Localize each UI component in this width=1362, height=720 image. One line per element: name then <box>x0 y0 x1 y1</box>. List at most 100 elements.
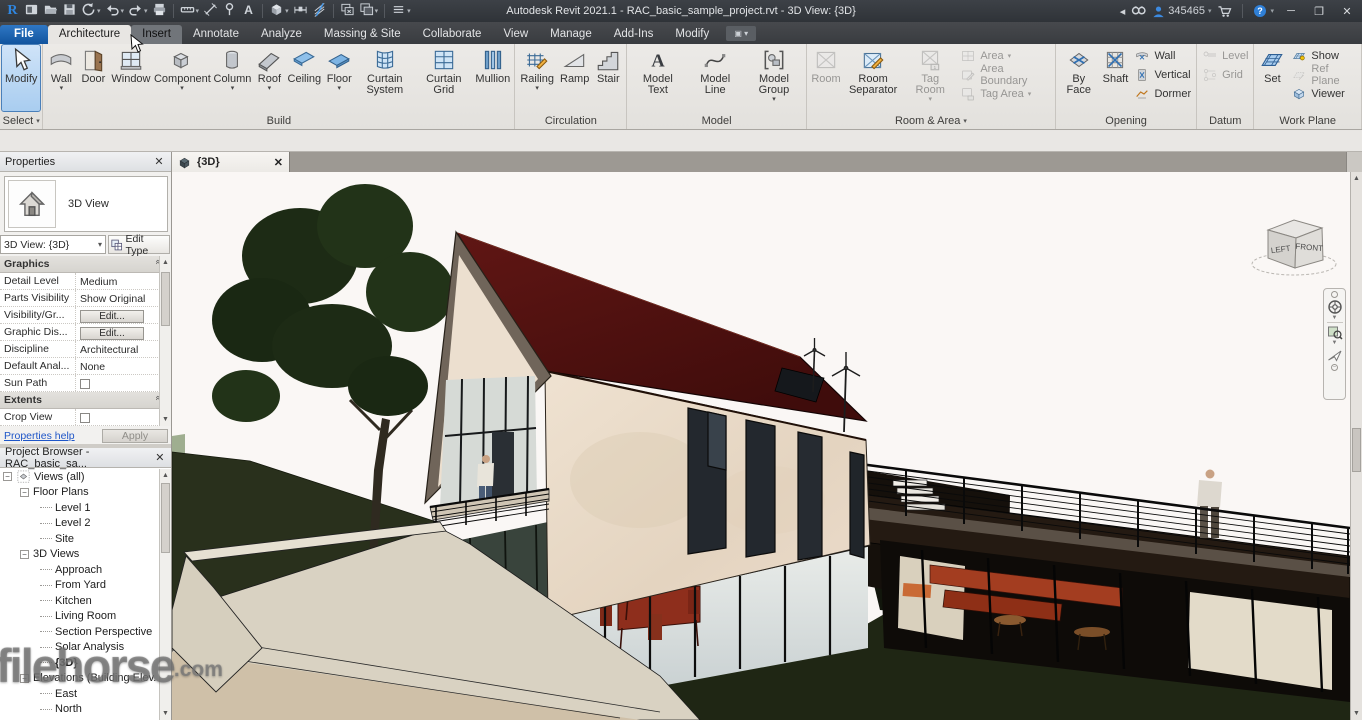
navbar-close-icon[interactable] <box>1331 291 1338 298</box>
type-selector-preview[interactable]: 3D View <box>4 176 168 232</box>
ribbon-tab-file[interactable]: File <box>0 25 48 44</box>
column-button[interactable]: Column▾ <box>212 45 254 111</box>
ribbon-tab-modify[interactable]: Modify <box>664 25 720 44</box>
panel-caption[interactable]: Work Plane <box>1254 112 1361 129</box>
revit-logo-button[interactable]: R <box>3 2 22 20</box>
type-selector-dropdown[interactable]: 3D View: {3D} ▾ <box>0 235 106 254</box>
property-value-cell[interactable]: Architectural <box>76 341 160 357</box>
close-hidden-windows-button[interactable] <box>338 2 357 20</box>
dropdown-arrow-icon[interactable]: ▾ <box>407 7 411 15</box>
dropdown-arrow-icon[interactable]: ▾ <box>772 97 776 103</box>
dropdown-arrow-icon[interactable]: ▾ <box>196 7 200 15</box>
curtain-grid-button[interactable]: Curtain Grid <box>414 45 473 111</box>
default-3d-view-button[interactable]: ▾ <box>267 2 291 20</box>
mullion-button[interactable]: Mullion <box>473 45 512 111</box>
scroll-up-icon[interactable]: ▲ <box>160 469 171 482</box>
synchronize-button[interactable]: ▾ <box>79 2 103 20</box>
dropdown-arrow-icon[interactable]: ▾ <box>60 86 64 92</box>
property-value-cell[interactable] <box>76 375 160 391</box>
scroll-down-icon[interactable]: ▼ <box>160 707 171 720</box>
checkbox[interactable] <box>80 413 90 423</box>
level-button[interactable]: Level <box>1199 47 1251 65</box>
property-value-cell[interactable]: Edit... <box>76 307 160 323</box>
thin-lines-button[interactable] <box>310 2 329 20</box>
minimize-button[interactable]: ─ <box>1280 2 1302 20</box>
scroll-thumb[interactable] <box>161 272 170 326</box>
tree-item--3d-[interactable]: {3D} <box>0 655 158 671</box>
opening-by-face-button[interactable]: By Face <box>1058 45 1099 111</box>
save-button[interactable] <box>60 2 79 20</box>
dropdown-arrow-icon[interactable]: ▾ <box>144 7 148 15</box>
tree-item-floor-plans[interactable]: −Floor Plans <box>0 485 158 501</box>
browser-close-icon[interactable]: ✕ <box>154 451 166 464</box>
window-button[interactable]: Window <box>109 45 152 111</box>
apply-button[interactable]: Apply <box>102 429 168 443</box>
roof-button[interactable]: Roof▾ <box>253 45 285 111</box>
panel-caption[interactable]: Room & Area▾ <box>807 112 1055 129</box>
door-button[interactable]: Door <box>77 45 109 111</box>
dropdown-arrow-icon[interactable]: ▾ <box>535 86 539 92</box>
room-separator-button[interactable]: Room Separator <box>843 45 903 111</box>
properties-close-icon[interactable]: ✕ <box>152 155 166 168</box>
edit-button[interactable]: Edit... <box>80 327 144 340</box>
customize-qat-button[interactable]: ▾ <box>389 2 413 20</box>
dropdown-arrow-icon[interactable]: ▾ <box>375 7 379 15</box>
tree-item-approach[interactable]: Approach <box>0 562 158 578</box>
section-button[interactable] <box>291 2 310 20</box>
workplane-set-button[interactable]: Set <box>1256 45 1288 111</box>
ribbon-display-toggle[interactable]: ▣ ▾ <box>726 26 756 41</box>
opening-shaft-button[interactable]: Shaft <box>1099 45 1131 111</box>
tree-item-north[interactable]: North <box>0 702 158 718</box>
scroll-thumb[interactable] <box>1352 428 1361 472</box>
curtain-system-button[interactable]: Curtain System <box>355 45 414 111</box>
panel-caption[interactable]: Circulation <box>515 112 626 129</box>
restore-button[interactable]: ❐ <box>1308 2 1330 20</box>
ribbon-tab-annotate[interactable]: Annotate <box>182 25 250 44</box>
print-button[interactable] <box>150 2 169 20</box>
model-line-button[interactable]: Model Line <box>686 45 744 111</box>
tree-item-solar-analysis[interactable]: Solar Analysis <box>0 640 158 656</box>
open-file-button[interactable] <box>41 2 60 20</box>
canvas-scrollbar[interactable]: ▲ ▼ <box>1350 172 1362 720</box>
tree-item-section-perspective[interactable]: Section Perspective <box>0 624 158 640</box>
property-value-cell[interactable] <box>76 409 160 425</box>
dropdown-arrow-icon[interactable]: ▾ <box>1008 54 1012 60</box>
room-button[interactable]: Room <box>809 45 843 111</box>
steering-wheel-icon[interactable] <box>1327 299 1343 315</box>
text-note-button[interactable]: A <box>239 2 258 20</box>
dropdown-arrow-icon[interactable]: ▾ <box>97 7 101 15</box>
navbar-zoom-dropdown-icon[interactable]: ▼ <box>1332 341 1338 346</box>
properties-scrollbar[interactable]: ▲ ▼ <box>159 256 171 426</box>
navbar-collapse-icon[interactable]: – <box>1331 364 1338 371</box>
properties-palette-button[interactable] <box>22 2 41 20</box>
ribbon-tab-add-ins[interactable]: Add-Ins <box>603 25 665 44</box>
aligned-dimension-button[interactable] <box>201 2 220 20</box>
railing-button[interactable]: Railing▾ <box>517 45 557 111</box>
scroll-up-icon[interactable]: ▲ <box>160 256 171 269</box>
checkbox[interactable] <box>80 379 90 389</box>
property-value-cell[interactable]: Edit... <box>76 324 160 340</box>
area-boundary-button[interactable]: Area Boundary <box>957 66 1053 84</box>
tree-expander-icon[interactable]: − <box>3 472 12 481</box>
property-value-cell[interactable]: Medium <box>76 273 160 289</box>
floor-button[interactable]: Floor▾ <box>323 45 355 111</box>
model-text-button[interactable]: AModel Text <box>629 45 686 111</box>
property-value-cell[interactable]: Show Original <box>76 290 160 306</box>
dropdown-arrow-icon[interactable]: ▾ <box>1028 92 1032 98</box>
grid-button[interactable]: Grid <box>1199 66 1251 84</box>
help-icon[interactable]: ?▾ <box>1253 4 1274 18</box>
search-icon[interactable] <box>1131 5 1146 18</box>
redo-button[interactable]: ▾ <box>126 2 150 20</box>
opening-dormer-button[interactable]: Dormer <box>1131 85 1194 103</box>
dropdown-arrow-icon[interactable]: ▾ <box>180 86 184 92</box>
tree-item-kitchen[interactable]: Kitchen <box>0 593 158 609</box>
component-button[interactable]: Component▾ <box>152 45 211 111</box>
viewcube[interactable]: LEFT FRONT <box>1250 208 1346 280</box>
user-account[interactable]: 345465 ▾ <box>1152 5 1211 18</box>
tree-item-level-1[interactable]: Level 1 <box>0 500 158 516</box>
tag-by-category-button[interactable] <box>220 2 239 20</box>
tree-item-3d-views[interactable]: −3D Views <box>0 547 158 563</box>
switch-windows-button[interactable]: ▾ <box>357 2 381 20</box>
panel-caption[interactable]: Build <box>43 112 514 129</box>
property-value-cell[interactable]: None <box>76 358 160 374</box>
